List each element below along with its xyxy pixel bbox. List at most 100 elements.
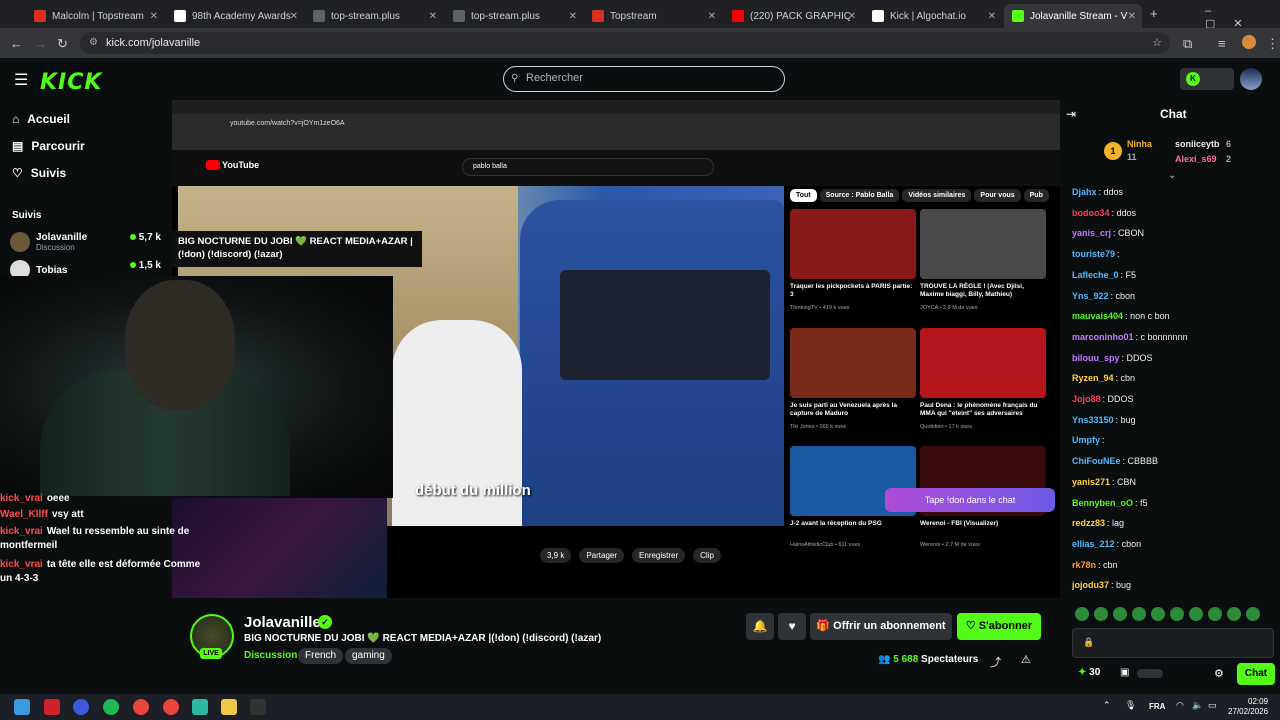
reload-icon[interactable]: ↻ (57, 36, 68, 52)
chat-username[interactable]: touriste79 (1072, 249, 1115, 259)
chrome-alt-icon[interactable] (163, 699, 179, 715)
emote-icon[interactable] (1189, 607, 1203, 621)
tray-chevron-icon[interactable]: ⌃ (1103, 700, 1111, 711)
gift-chest-icon[interactable]: ▣ (1120, 667, 1129, 678)
nav-parcourir[interactable]: ▤ Parcourir (12, 139, 85, 153)
forward-icon[interactable]: → (34, 36, 47, 51)
chat-username[interactable]: Bennyben_oO (1072, 498, 1133, 508)
emote-icon[interactable] (1151, 607, 1165, 621)
browser-tab[interactable]: top-stream.plus ✕ (445, 4, 583, 28)
chat-send-button[interactable]: Chat (1237, 663, 1275, 685)
chat-username[interactable]: yanis_crj (1072, 228, 1111, 238)
battery-icon[interactable]: ▭ (1208, 700, 1217, 711)
windows-start-icon[interactable] (14, 699, 30, 715)
emote-icon[interactable] (1227, 607, 1241, 621)
chat-username[interactable]: mauvais404 (1072, 311, 1123, 321)
follow-button[interactable]: ♡ S'abonner (957, 613, 1041, 640)
chat-username[interactable]: Yns_922 (1072, 291, 1109, 301)
gifter-name[interactable]: Alexi_s69 (1175, 154, 1217, 164)
gifter-name[interactable]: soniiceytb (1175, 139, 1220, 149)
wifi-icon[interactable]: ◠ (1176, 700, 1184, 711)
menu-icon[interactable]: ⋮ (1266, 36, 1279, 52)
chat-username[interactable]: Umpfy (1072, 435, 1100, 445)
tab-close-icon[interactable]: ✕ (848, 11, 856, 22)
chat-settings-icon[interactable]: ⚙ (1214, 667, 1224, 680)
tab-close-icon[interactable]: ✕ (150, 11, 158, 22)
language-indicator[interactable]: FRA (1149, 702, 1165, 711)
tag-gaming[interactable]: gaming (345, 648, 392, 664)
gift-subscription-button[interactable]: 🎁 Offrir un abonnement (810, 613, 952, 640)
user-avatar[interactable] (1240, 68, 1262, 90)
chat-username[interactable]: yanis271 (1072, 477, 1110, 487)
report-icon[interactable]: ⚠ (1021, 653, 1031, 666)
tab-close-icon[interactable]: ✕ (569, 11, 577, 22)
share-icon[interactable]: ⤴ (990, 654, 1001, 670)
site-info-icon[interactable]: ⚙ (89, 32, 98, 54)
chat-username[interactable]: marconinho01 (1072, 332, 1134, 342)
chat-username[interactable]: ellias_212 (1072, 539, 1115, 549)
followed-channel-jolavanille[interactable]: Jolavanille Discussion 5,7 k (10, 228, 165, 256)
app-nav-icon[interactable] (73, 699, 89, 715)
search-input[interactable]: ⚲ Rechercher (503, 66, 785, 92)
chat-username[interactable]: redzz83 (1072, 518, 1105, 528)
channel-name[interactable]: Jolavanille (244, 614, 321, 631)
emote-icon[interactable] (1208, 607, 1222, 621)
emote-icon[interactable] (1170, 607, 1184, 621)
tab-close-icon[interactable]: ✕ (1128, 11, 1136, 22)
emote-icon[interactable] (1075, 607, 1089, 621)
chat-username[interactable]: Yns33150 (1072, 415, 1114, 425)
tab-close-icon[interactable]: ✕ (290, 11, 298, 22)
app-teal-icon[interactable] (192, 699, 208, 715)
collapse-chat-icon[interactable]: ⇥ (1066, 107, 1076, 121)
file-explorer-icon[interactable] (221, 699, 237, 715)
kick-logo[interactable]: KICK (40, 70, 102, 95)
chat-username[interactable]: Djahx (1072, 187, 1097, 197)
bookmark-star-icon[interactable]: ☆ (1152, 32, 1162, 54)
browser-tab[interactable]: Kick | Algochat.io ✕ (864, 4, 1002, 28)
browser-tab[interactable]: (220) PACK GRAPHIQUE (✕ (724, 4, 862, 28)
terminal-icon[interactable] (250, 699, 266, 715)
emote-icon[interactable] (1113, 607, 1127, 621)
browser-tab[interactable]: top-stream.plus ✕ (305, 4, 443, 28)
tag-french[interactable]: French (298, 648, 344, 664)
chat-username[interactable]: Lafleche_0 (1072, 270, 1119, 280)
app-l-icon[interactable] (44, 699, 60, 715)
media-icon[interactable]: ≡ (1218, 36, 1226, 51)
spotify-icon[interactable] (103, 699, 119, 715)
clock[interactable]: 02:09 27/02/2026 (1228, 697, 1268, 717)
browser-tab[interactable]: Malcolm | Topstream ✕ (26, 4, 164, 28)
browser-tab[interactable]: Topstream ✕ (584, 4, 722, 28)
chrome-icon[interactable] (133, 699, 149, 715)
chat-input[interactable]: 🔒 (1072, 628, 1274, 658)
chat-username[interactable]: bilouu_spy (1072, 353, 1120, 363)
profile-avatar[interactable] (1242, 35, 1256, 49)
chat-username[interactable]: bodoo34 (1072, 208, 1110, 218)
back-icon[interactable]: ← (10, 36, 23, 51)
nav-accueil[interactable]: ⌂ Accueil (12, 112, 70, 126)
emote-icon[interactable] (1132, 607, 1146, 621)
tab-close-icon[interactable]: ✕ (708, 11, 716, 22)
kick-points-button[interactable]: K (1180, 68, 1234, 90)
channel-points[interactable]: ✦ 30 (1078, 667, 1100, 678)
nav-suivis[interactable]: ♡ Suivis (12, 166, 66, 180)
new-tab-icon[interactable]: + (1150, 6, 1158, 21)
chat-username[interactable]: jojodu37 (1072, 580, 1109, 590)
expand-gifters-icon[interactable]: ⌄ (1168, 170, 1176, 181)
gifter-name[interactable]: Ninha (1127, 139, 1152, 149)
address-bar[interactable]: ⚙ kick.com/jolavanille ☆ (80, 32, 1170, 54)
chat-username[interactable]: ChiFouNEe (1072, 456, 1121, 466)
extensions-icon[interactable]: ⧉ (1183, 36, 1192, 52)
browser-tab[interactable]: Jolavanille Stream - V ✕ (1004, 4, 1142, 28)
window-controls[interactable]: –▢✕ (1205, 5, 1280, 30)
chat-username[interactable]: rk78n (1072, 560, 1096, 570)
stream-category[interactable]: Discussion (244, 650, 297, 661)
microphone-icon[interactable]: 🎙 (1125, 700, 1136, 711)
emote-icon[interactable] (1246, 607, 1260, 621)
tab-close-icon[interactable]: ✕ (988, 11, 996, 22)
notification-bell-icon[interactable]: 🔔 (746, 613, 774, 640)
chat-username[interactable]: Jojo88 (1072, 394, 1101, 404)
chat-username[interactable]: Ryzen_94 (1072, 373, 1114, 383)
volume-icon[interactable]: 🔈 (1192, 700, 1203, 711)
tab-close-icon[interactable]: ✕ (429, 11, 437, 22)
emote-icon[interactable] (1094, 607, 1108, 621)
